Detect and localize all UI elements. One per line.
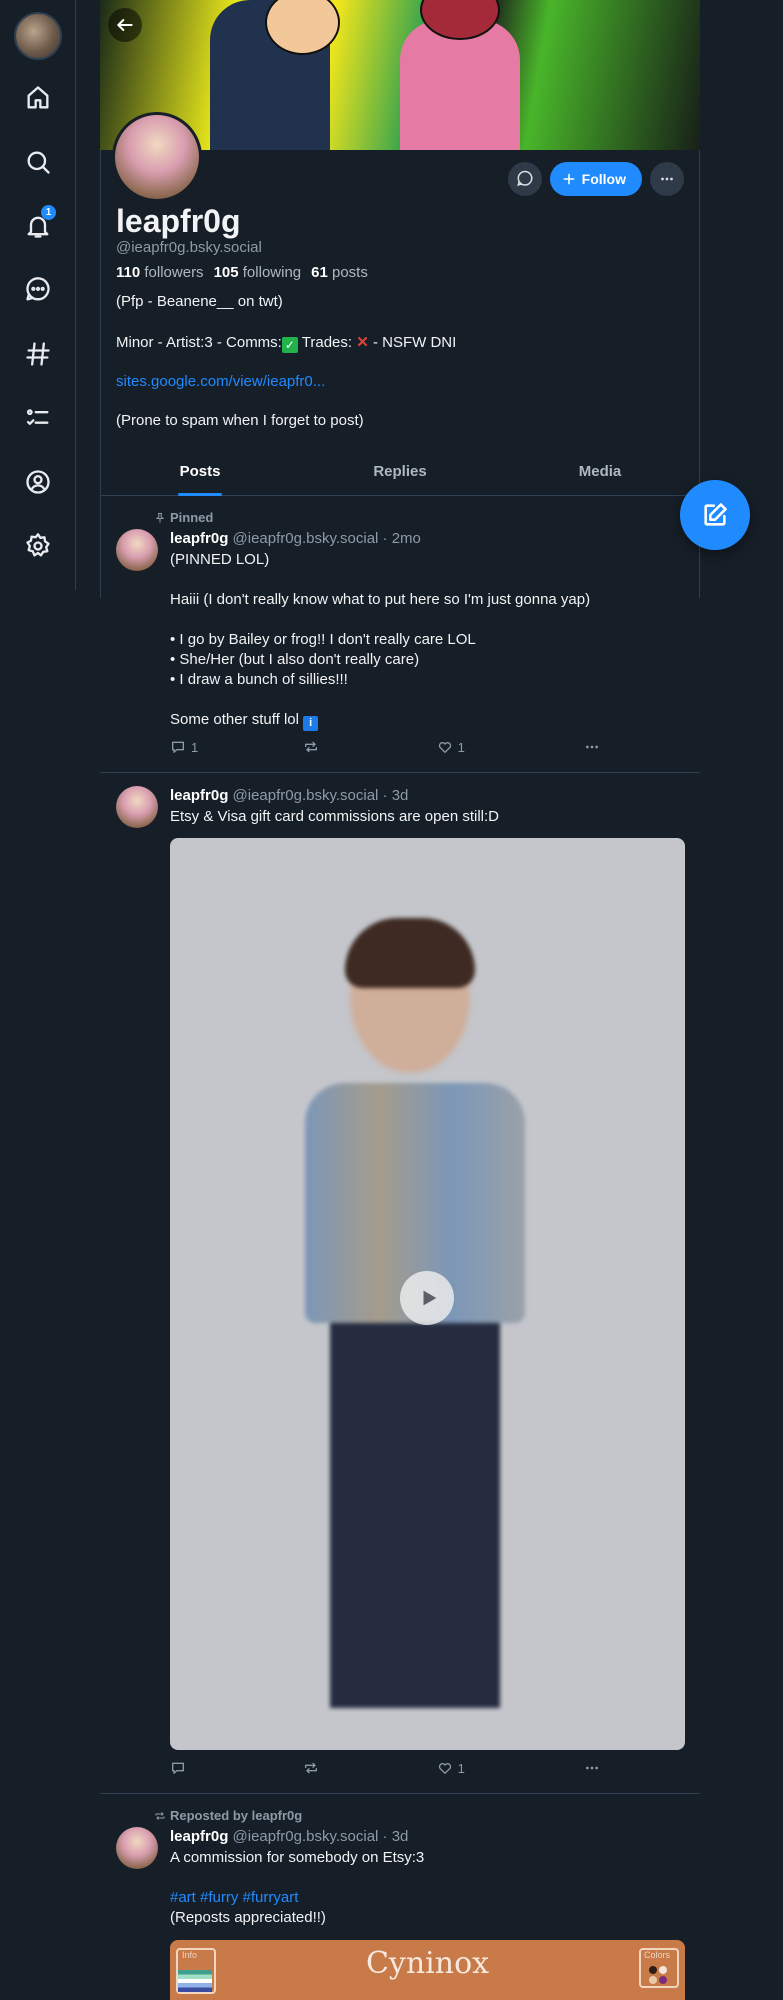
like-button[interactable]: 1 xyxy=(437,1760,517,1776)
tab-posts[interactable]: Posts xyxy=(100,448,300,495)
pinned-label: Pinned xyxy=(154,510,213,525)
post-header: leapfr0g @ieapfr0g.bsky.social · 3d xyxy=(170,787,408,804)
heart-icon xyxy=(438,1763,451,1774)
heart-icon xyxy=(438,742,451,753)
post-header: leapfr0g @ieapfr0g.bsky.social · 3d xyxy=(170,1828,408,1845)
post-item[interactable]: Pinned leapfr0g @ieapfr0g.bsky.social · … xyxy=(100,497,700,773)
post-hashtags: #art #furry #furryart xyxy=(170,1888,298,1908)
plus-icon xyxy=(563,173,575,185)
settings-icon[interactable] xyxy=(14,522,62,570)
posts-stat: 61 posts xyxy=(311,264,368,281)
pin-icon xyxy=(155,512,165,522)
profile-handle: @ieapfr0g.bsky.social xyxy=(116,239,262,256)
play-button[interactable] xyxy=(400,1271,454,1325)
followers-stat[interactable]: 110 followers xyxy=(116,264,204,281)
repost-button[interactable] xyxy=(303,1760,383,1776)
bio-link[interactable]: sites.google.com/view/ieapfr0... xyxy=(116,373,325,390)
post-text-line: (PINNED LOL) xyxy=(170,551,270,568)
like-button[interactable]: 1 xyxy=(437,739,517,755)
video-player[interactable] xyxy=(170,838,685,1750)
post-more-button[interactable] xyxy=(570,739,600,755)
profile-actions: Follow xyxy=(507,162,684,196)
repost-icon xyxy=(305,741,318,753)
profile-tabs: Posts Replies Media xyxy=(100,448,700,496)
post-author-name[interactable]: leapfr0g xyxy=(170,530,228,547)
post-text-line: A commission for somebody on Etsy:3 xyxy=(170,1849,425,1866)
post-handle-time: @ieapfr0g.bsky.social · 3d xyxy=(232,1828,409,1845)
cross-emoji: ✕ xyxy=(356,334,369,351)
post-avatar[interactable] xyxy=(116,1827,158,1869)
tab-replies[interactable]: Replies xyxy=(300,448,500,495)
chat-icon xyxy=(516,170,533,187)
pride-flag-icon xyxy=(178,1970,212,1992)
post-handle-time: @ieapfr0g.bsky.social · 3d xyxy=(232,787,409,804)
ellipsis-icon xyxy=(585,745,598,749)
post-text-line: • I draw a bunch of sillies!!! xyxy=(170,671,348,688)
hashtag-link[interactable]: #art #furry #furryart xyxy=(170,1889,298,1906)
image-info-label: Info xyxy=(182,1950,198,1960)
reply-icon xyxy=(172,1762,184,1774)
post-avatar[interactable] xyxy=(116,529,158,571)
post-text-line: Etsy & Visa gift card commissions are op… xyxy=(170,808,500,825)
post-text-line: (Reposts appreciated!!) xyxy=(170,1909,326,1926)
search-icon[interactable] xyxy=(14,138,62,186)
bio-line: (Prone to spam when I forget to post) xyxy=(116,412,364,429)
compose-icon xyxy=(704,503,727,526)
profile-avatar[interactable] xyxy=(112,112,202,202)
image-title-text: Cyninox xyxy=(365,1946,490,1981)
repost-label: Reposted by leapfr0g xyxy=(154,1808,302,1823)
back-button[interactable] xyxy=(108,8,142,42)
following-stat[interactable]: 105 following xyxy=(214,264,302,281)
post-text-line: Haiii (I don't really know what to put h… xyxy=(170,591,591,608)
check-emoji: ✓ xyxy=(281,337,298,353)
reply-button[interactable] xyxy=(170,1760,250,1776)
ellipsis-icon xyxy=(585,1766,598,1770)
post-text-line: Some other stuff lol i xyxy=(170,710,319,731)
chat-icon[interactable] xyxy=(14,266,62,314)
lists-icon[interactable] xyxy=(14,394,62,442)
bell-icon[interactable]: 1 xyxy=(14,202,62,250)
arrow-left-icon xyxy=(117,19,133,31)
compose-button[interactable] xyxy=(680,480,750,550)
post-handle-time: @ieapfr0g.bsky.social · 2mo xyxy=(232,530,421,547)
info-emoji: i xyxy=(303,716,319,731)
reply-icon xyxy=(172,741,184,753)
post-text-line: • She/Her (but I also don't really care) xyxy=(170,651,420,668)
hashtag-icon[interactable] xyxy=(14,330,62,378)
message-button[interactable] xyxy=(507,162,542,196)
repost-icon xyxy=(305,1762,318,1774)
follow-button[interactable]: Follow xyxy=(549,162,642,196)
post-author-name[interactable]: leapfr0g xyxy=(170,1828,228,1845)
tab-media[interactable]: Media xyxy=(500,448,700,495)
post-avatar[interactable] xyxy=(116,786,158,828)
bio-line: (Pfp - Beanene__ on twt) xyxy=(116,293,283,310)
post-header: leapfr0g @ieapfr0g.bsky.social · 2mo xyxy=(170,530,421,547)
reply-button[interactable]: 1 xyxy=(170,739,250,755)
notification-badge: 1 xyxy=(41,205,56,220)
ellipsis-icon xyxy=(661,177,673,181)
repost-button[interactable] xyxy=(303,739,383,755)
post-image[interactable]: Cyninox Info Colors xyxy=(170,1940,685,2000)
play-icon xyxy=(423,1290,437,1306)
home-icon[interactable] xyxy=(14,74,62,122)
post-actions: 1 xyxy=(170,1760,600,1776)
image-colors-label: Colors xyxy=(644,1950,671,1960)
post-actions: 1 1 xyxy=(170,739,600,755)
more-options-button[interactable] xyxy=(650,162,684,196)
left-nav: 1 xyxy=(0,0,76,590)
bio-line: Minor - Artist:3 - Comms: ✓ Trades: ✕ - N… xyxy=(116,334,457,353)
profile-stats: 110 followers 105 following 61 posts xyxy=(116,264,368,281)
user-avatar[interactable] xyxy=(14,12,62,60)
display-name: leapfr0g xyxy=(116,203,241,239)
follow-label: Follow xyxy=(581,171,626,187)
post-more-button[interactable] xyxy=(570,1760,600,1776)
post-author-name[interactable]: leapfr0g xyxy=(170,787,228,804)
repost-icon xyxy=(155,1811,165,1820)
profile-icon[interactable] xyxy=(14,458,62,506)
post-text-line: • I go by Bailey or frog!! I don't reall… xyxy=(170,631,476,648)
